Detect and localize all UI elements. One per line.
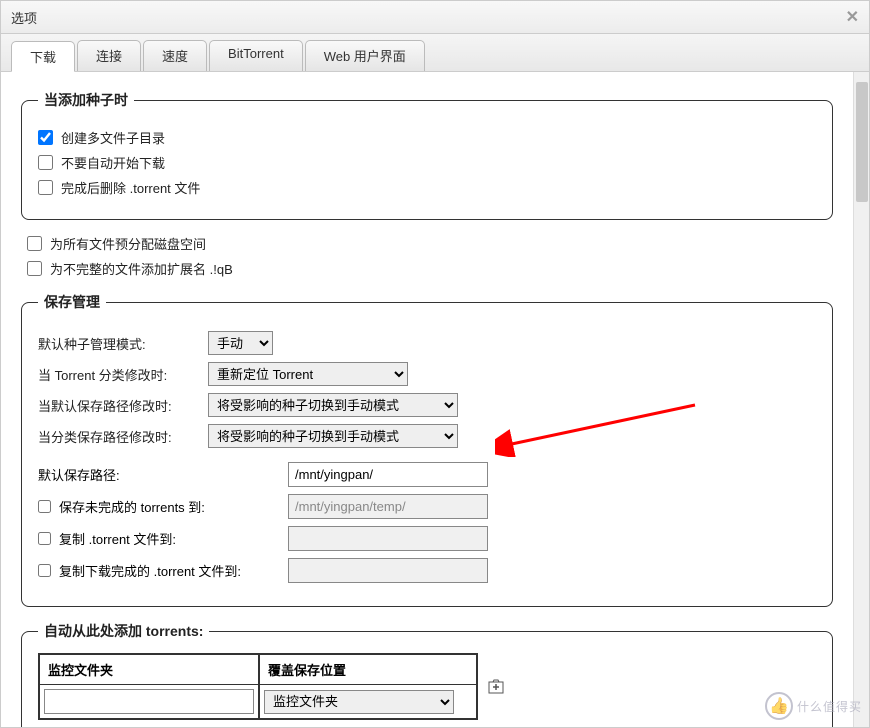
label-incomplete-path[interactable]: 保存未完成的 torrents 到: [59, 497, 205, 516]
select-override-location[interactable]: 监控文件夹 [264, 690, 454, 714]
checkbox-incomplete-ext[interactable] [27, 261, 42, 276]
content-area: 当添加种子时 创建多文件子目录 不要自动开始下载 完成后删除 .torrent … [1, 72, 853, 727]
input-copy-torrent [288, 526, 488, 551]
watermark: 👍 什么值得买 [765, 692, 862, 720]
label-preallocate[interactable]: 为所有文件预分配磁盘空间 [50, 234, 206, 253]
checkbox-preallocate[interactable] [27, 236, 42, 251]
scrollbar-track[interactable] [853, 72, 869, 727]
label-save-path: 默认保存路径: [38, 465, 278, 484]
tab-speed[interactable]: 速度 [143, 40, 207, 71]
checkbox-create-subdir[interactable] [38, 130, 53, 145]
label-incomplete-ext[interactable]: 为不完整的文件添加扩展名 .!qB [50, 259, 233, 278]
standalone-checks: 为所有文件预分配磁盘空间 为不完整的文件添加扩展名 .!qB [27, 234, 833, 278]
checkbox-copy-finished-torrent[interactable] [38, 564, 51, 577]
label-dont-autostart[interactable]: 不要自动开始下载 [61, 153, 165, 172]
tab-webui[interactable]: Web 用户界面 [305, 40, 425, 71]
watermark-text: 什么值得买 [797, 698, 862, 715]
legend-add-torrent: 当添加种子时 [38, 90, 134, 110]
input-copy-finished-torrent [288, 558, 488, 583]
options-dialog: 选项 ✕ 下载 连接 速度 BitTorrent Web 用户界面 当添加种子时… [0, 0, 870, 728]
label-default-path-change: 当默认保存路径修改时: [38, 396, 198, 415]
tab-connection[interactable]: 连接 [77, 40, 141, 71]
label-mode: 默认种子管理模式: [38, 334, 198, 353]
checkbox-copy-torrent[interactable] [38, 532, 51, 545]
tab-bittorrent[interactable]: BitTorrent [209, 40, 303, 71]
label-copy-torrent[interactable]: 复制 .torrent 文件到: [59, 529, 176, 548]
tab-download[interactable]: 下载 [11, 41, 75, 72]
titlebar: 选项 ✕ [1, 1, 869, 34]
checkbox-delete-torrent-after[interactable] [38, 180, 53, 195]
select-mode[interactable]: 手动 [208, 331, 273, 355]
legend-save-management: 保存管理 [38, 292, 106, 312]
dialog-title: 选项 [11, 8, 37, 27]
input-save-path[interactable] [288, 462, 488, 487]
fieldset-save-management: 保存管理 默认种子管理模式: 手动 当 Torrent 分类修改时: 重新定位 … [21, 292, 833, 607]
label-cat-path-change: 当分类保存路径修改时: [38, 427, 198, 446]
label-copy-finished-torrent[interactable]: 复制下载完成的 .torrent 文件到: [59, 561, 241, 580]
legend-watch-folders: 自动从此处添加 torrents: [38, 621, 209, 641]
thumbs-up-icon: 👍 [765, 692, 793, 720]
checkbox-dont-autostart[interactable] [38, 155, 53, 170]
th-watch-folder: 监控文件夹 [39, 654, 259, 685]
add-watch-folder-icon[interactable] [488, 679, 504, 695]
close-icon[interactable]: ✕ [846, 7, 859, 27]
select-cat-change[interactable]: 重新定位 Torrent [208, 362, 408, 386]
label-delete-torrent-after[interactable]: 完成后删除 .torrent 文件 [61, 178, 200, 197]
select-cat-path-change[interactable]: 将受影响的种子切换到手动模式 [208, 424, 458, 448]
watch-table: 监控文件夹 覆盖保存位置 监控文件夹 [38, 653, 478, 720]
input-watch-folder[interactable] [44, 689, 254, 714]
content-wrap: 当添加种子时 创建多文件子目录 不要自动开始下载 完成后删除 .torrent … [1, 72, 869, 727]
th-override-location: 覆盖保存位置 [259, 654, 477, 685]
fieldset-watch-folders: 自动从此处添加 torrents: 监控文件夹 覆盖保存位置 监控文件夹 [21, 621, 833, 727]
label-cat-change: 当 Torrent 分类修改时: [38, 365, 198, 384]
label-create-subdir[interactable]: 创建多文件子目录 [61, 128, 165, 147]
tabbar: 下载 连接 速度 BitTorrent Web 用户界面 [1, 34, 869, 72]
checkbox-incomplete-path[interactable] [38, 500, 51, 513]
scrollbar-thumb[interactable] [856, 82, 868, 202]
input-incomplete-path [288, 494, 488, 519]
select-default-path-change[interactable]: 将受影响的种子切换到手动模式 [208, 393, 458, 417]
fieldset-add-torrent: 当添加种子时 创建多文件子目录 不要自动开始下载 完成后删除 .torrent … [21, 90, 833, 220]
